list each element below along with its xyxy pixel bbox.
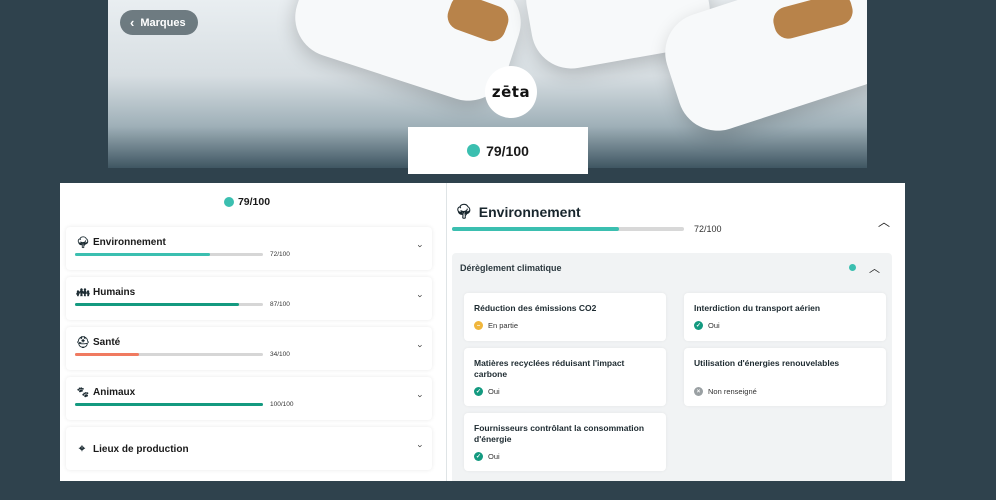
category-label: Animaux (93, 387, 136, 398)
status-yes-icon: ✓ (694, 321, 703, 330)
criterion-name: Interdiction du transport aérien (694, 303, 821, 313)
criterion-card[interactable]: Utilisation d'énergies renouvelables × Non… (684, 348, 886, 406)
criterion-status-label: Oui (708, 321, 720, 330)
category-value: 72/100 (270, 251, 290, 258)
criterion-name: Réduction des émissions CO2 (474, 303, 597, 313)
score-details-panel: 79/100 🌳︎ Environnement 72/100 › 👪︎ Humains 87… (60, 183, 905, 481)
category-detail-header: 🌳︎ Environnement (455, 203, 581, 220)
chevron-down-icon: › (415, 244, 426, 248)
subsection-status-dot (849, 264, 856, 271)
status-yes-icon: ✓ (474, 387, 483, 396)
category-detail-title: Environnement (478, 203, 581, 220)
chevron-down-icon: › (415, 444, 426, 448)
category-label: Humains (93, 287, 136, 298)
category-title: ⌖ Lieux de production (76, 443, 189, 456)
category-title: 👪︎ Humains (76, 286, 135, 299)
criterion-name: Matières recyclées réduisant l'impact ca… (474, 358, 625, 380)
status-unknown-icon: × (694, 387, 703, 396)
category-progress-bar (75, 353, 263, 356)
category-title: 🌳︎ Environnement (76, 236, 166, 249)
criterion-status: ✓ Oui (694, 321, 720, 330)
chevron-left-icon: ‹ (130, 15, 135, 30)
criterion-card[interactable]: Interdiction du transport aérien ✓ Oui (684, 293, 886, 341)
status-partial-icon: – (474, 321, 483, 330)
criterion-status: ✓ Oui (474, 452, 500, 461)
overall-score-value: 79/100 (237, 196, 271, 208)
chevron-down-icon: › (415, 344, 426, 348)
back-button-label: Marques (140, 16, 186, 29)
category-item[interactable]: ⛑︎ Santé 34/100 › (66, 327, 432, 370)
category-progress-bar (75, 303, 263, 306)
progress-fill (75, 353, 139, 356)
status-yes-icon: ✓ (474, 452, 483, 461)
overall-score: 79/100 (60, 196, 434, 208)
brand-score-value: 79/100 (486, 142, 529, 159)
category-progress-bar (75, 253, 263, 256)
brand-logo: zēta (485, 66, 537, 118)
criterion-card[interactable]: Réduction des émissions CO2 – En partie (464, 293, 666, 341)
location-pin-icon: ⌖ (78, 443, 86, 455)
medical-kit-icon: ⛑︎ (76, 337, 90, 349)
people-icon: 👪︎ (76, 287, 90, 299)
category-item[interactable]: 🌳︎ Environnement 72/100 › (66, 227, 432, 270)
category-item[interactable]: 🐾︎ Animaux 100/100 › (66, 377, 432, 420)
category-value: 100/100 (270, 401, 294, 408)
criterion-card[interactable]: Fournisseurs contrôlant la consommation … (464, 413, 666, 471)
category-item[interactable]: 👪︎ Humains 87/100 › (66, 277, 432, 320)
progress-fill (75, 303, 239, 306)
criterion-status-label: En partie (488, 321, 519, 330)
progress-fill (452, 227, 620, 231)
category-label: Environnement (93, 237, 166, 248)
category-detail: 🌳︎ Environnement 72/100 ︿ Dérèglement cl… (447, 183, 905, 481)
chevron-down-icon: › (415, 294, 426, 298)
category-title: 🐾︎ Animaux (76, 386, 135, 399)
category-progress-bar (75, 403, 263, 406)
criterion-status: × Non renseigné (694, 387, 757, 396)
paw-icon: 🐾︎ (76, 387, 90, 399)
progress-fill (75, 403, 263, 406)
criterion-status: – En partie (474, 321, 518, 330)
progress-fill (75, 253, 211, 256)
criterion-card[interactable]: Matières recyclées réduisant l'impact ca… (464, 348, 666, 406)
subsection-climate: Dérèglement climatique ︿ Réduction des é… (452, 253, 892, 481)
chevron-down-icon: › (415, 394, 426, 398)
brand-logo-text: zēta (491, 83, 531, 101)
category-value: 87/100 (270, 301, 290, 308)
collapse-category-button[interactable]: ︿ (878, 213, 890, 230)
criterion-status: ✓ Oui (474, 387, 500, 396)
category-label: Lieux de production (93, 444, 189, 455)
subsection-title: Dérèglement climatique (460, 263, 562, 273)
tree-icon: 🌳︎ (455, 203, 473, 219)
score-dot-icon (467, 144, 481, 157)
category-list: 79/100 🌳︎ Environnement 72/100 › 👪︎ Humains 87… (60, 183, 446, 481)
category-detail-value: 72/100 (694, 224, 722, 234)
category-item[interactable]: ⌖ Lieux de production › (66, 427, 432, 470)
criterion-name: Utilisation d'énergies renouvelables (694, 358, 840, 368)
category-label: Santé (93, 337, 121, 348)
category-detail-progress-bar (452, 227, 684, 231)
tree-icon: 🌳︎ (76, 237, 90, 249)
criterion-status-label: Oui (488, 452, 500, 461)
criterion-name: Fournisseurs contrôlant la consommation … (474, 423, 645, 445)
score-dot-icon (223, 197, 234, 207)
brand-score-badge: 79/100 (408, 127, 588, 174)
criterion-status-label: Non renseigné (708, 387, 757, 396)
category-value: 34/100 (270, 351, 290, 358)
collapse-subsection-button[interactable]: ︿ (869, 260, 880, 276)
back-to-brands-button[interactable]: ‹ Marques (120, 10, 198, 35)
category-title: ⛑︎ Santé (76, 336, 120, 349)
criterion-status-label: Oui (488, 387, 500, 396)
